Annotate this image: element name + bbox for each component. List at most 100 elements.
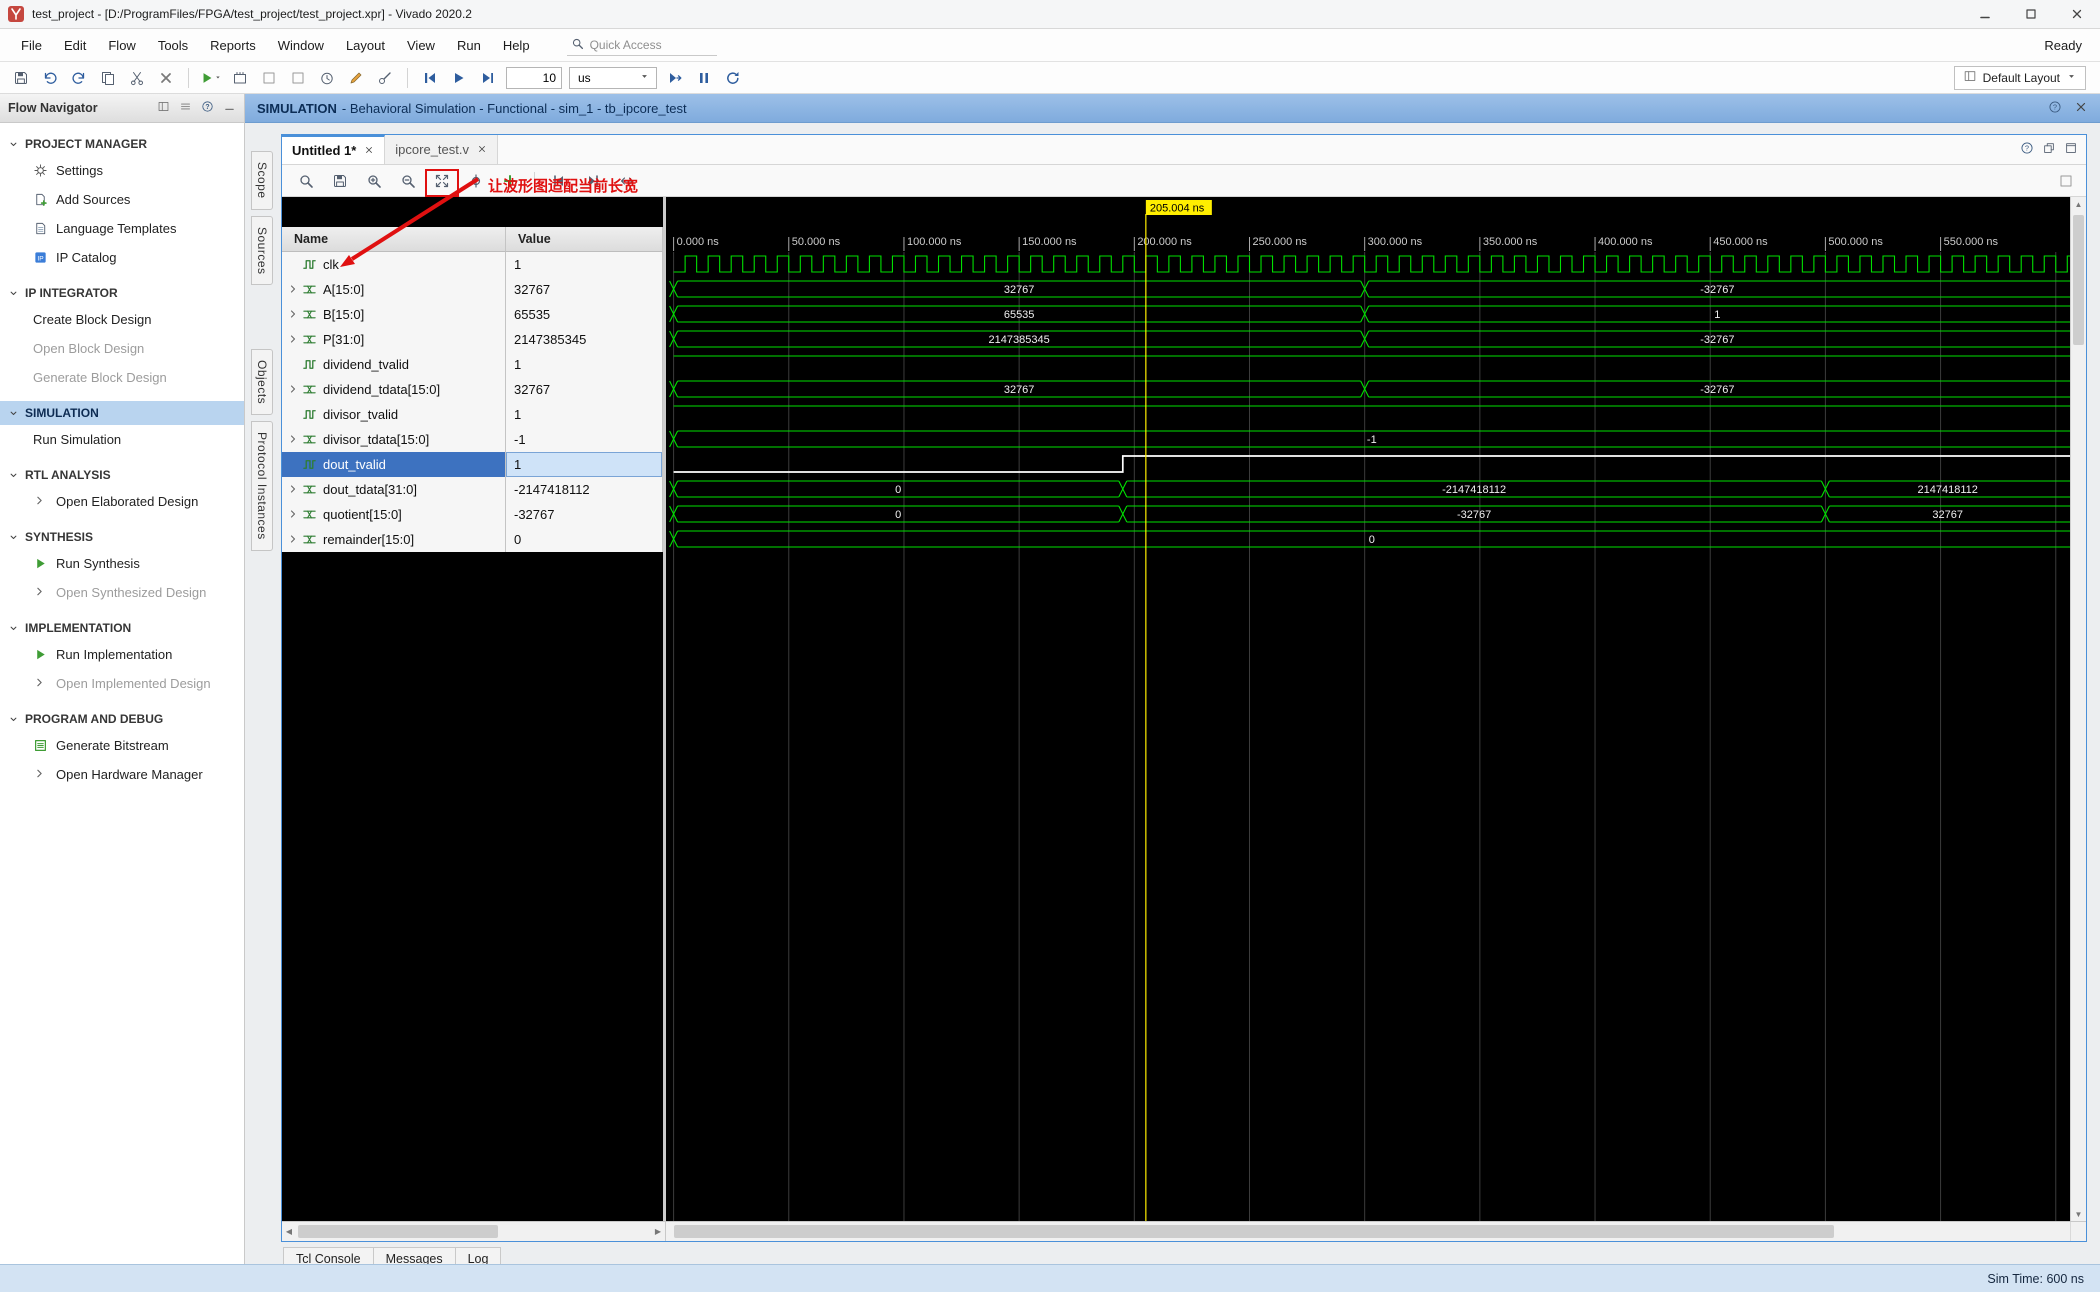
signal-name-dividend_tdata150[interactable]: dividend_tdata[15:0] (282, 377, 505, 402)
signal-value-divisor_tvalid[interactable]: 1 (506, 402, 662, 427)
zoom-cursor-button[interactable] (466, 171, 486, 191)
signal-value-P310[interactable]: 2147385345 (506, 327, 662, 352)
side-tab-objects[interactable]: Objects (251, 349, 273, 416)
signal-name-B150[interactable]: B[15:0] (282, 302, 505, 327)
scroll-down-icon[interactable]: ▼ (2071, 1207, 2086, 1221)
signal-name-quotient150[interactable]: quotient[15:0] (282, 502, 505, 527)
vertical-scroll-thumb[interactable] (2073, 215, 2084, 345)
redo-button[interactable] (68, 67, 90, 89)
delete-button[interactable] (155, 67, 177, 89)
expand-chevron-icon[interactable] (287, 308, 301, 322)
reports-button[interactable] (287, 67, 309, 89)
signal-name-divisor_tvalid[interactable]: divisor_tvalid (282, 402, 505, 427)
name-horizontal-scrollbar[interactable]: ◀ ▶ (282, 1222, 666, 1241)
signal-value-clk[interactable]: 1 (506, 252, 662, 277)
signal-value-dout_tvalid[interactable]: 1 (506, 452, 662, 477)
context-help-icon[interactable]: ? (2048, 100, 2062, 117)
editor-tab-untitled-1-[interactable]: Untitled 1* (282, 135, 386, 164)
cut-button[interactable] (126, 67, 148, 89)
quick-access[interactable]: Quick Access (566, 35, 717, 56)
menu-edit[interactable]: Edit (53, 33, 97, 58)
expand-chevron-icon[interactable] (287, 508, 301, 522)
flownav-section-rtl-analysis[interactable]: RTL ANALYSIS (0, 463, 244, 487)
scroll-up-icon[interactable]: ▲ (2071, 197, 2086, 211)
help-icon[interactable]: ? (201, 100, 214, 116)
minimize-panel-icon[interactable] (223, 100, 236, 116)
flownav-item-settings[interactable]: Settings (0, 156, 244, 185)
restart-button[interactable] (419, 67, 441, 89)
run-flow-button[interactable] (200, 67, 222, 89)
name-scroll-thumb[interactable] (298, 1225, 498, 1238)
run-for-button[interactable] (477, 67, 499, 89)
signal-name-remainder150[interactable]: remainder[15:0] (282, 527, 505, 552)
scroll-right-icon[interactable]: ▶ (651, 1222, 665, 1241)
menu-tools[interactable]: Tools (147, 33, 199, 58)
time-unit-select[interactable]: us (569, 66, 657, 89)
expand-chevron-icon[interactable] (287, 283, 301, 297)
flownav-item-language-templates[interactable]: Language Templates (0, 214, 244, 243)
expand-chevron-icon[interactable] (287, 483, 301, 497)
menu-window[interactable]: Window (267, 33, 335, 58)
run-time-input[interactable] (506, 66, 562, 89)
signal-value-dout_tdata310[interactable]: -2147418112 (506, 477, 662, 502)
relaunch-button[interactable] (722, 67, 744, 89)
signal-name-P310[interactable]: P[31:0] (282, 327, 505, 352)
minimize-button[interactable] (1962, 0, 2008, 28)
side-tab-sources[interactable]: Sources (251, 215, 273, 286)
swap-cursor-button[interactable] (617, 171, 637, 191)
expand-chevron-icon[interactable] (287, 333, 301, 347)
signal-value-dividend_tvalid[interactable]: 1 (506, 352, 662, 377)
signal-name-dout_tdata310[interactable]: dout_tdata[31:0] (282, 477, 505, 502)
name-column-header[interactable]: Name (282, 227, 506, 252)
signal-value-quotient150[interactable]: -32767 (506, 502, 662, 527)
flownav-item-run-synthesis[interactable]: Run Synthesis (0, 549, 244, 578)
layout-selector[interactable]: Default Layout (1953, 65, 2086, 90)
edit-button[interactable] (345, 67, 367, 89)
flownav-section-simulation[interactable]: SIMULATION (0, 401, 244, 425)
menu-view[interactable]: View (396, 33, 446, 58)
flownav-item-generate-bitstream[interactable]: Generate Bitstream (0, 731, 244, 760)
flownav-section-ip-integrator[interactable]: IP INTEGRATOR (0, 281, 244, 305)
debug-button[interactable] (374, 67, 396, 89)
vertical-scrollbar[interactable]: ▲ ▼ (2070, 197, 2086, 1221)
flownav-item-create-block-design[interactable]: Create Block Design (0, 305, 244, 334)
signal-value-dividend_tdata150[interactable]: 32767 (506, 377, 662, 402)
maximize-button[interactable] (2008, 0, 2054, 28)
menu-run[interactable]: Run (446, 33, 492, 58)
find-button[interactable] (296, 171, 316, 191)
zoom-fit-button[interactable] (432, 171, 452, 191)
expand-chevron-icon[interactable] (287, 533, 301, 547)
signal-value-B150[interactable]: 65535 (506, 302, 662, 327)
flownav-item-open-hardware-manager[interactable]: Open Hardware Manager (0, 760, 244, 789)
dashboard-button[interactable] (229, 67, 251, 89)
tab-close-icon[interactable] (477, 142, 487, 157)
flownav-section-synthesis[interactable]: SYNTHESIS (0, 525, 244, 549)
signal-value-A150[interactable]: 32767 (506, 277, 662, 302)
panel-float-button[interactable] (2042, 141, 2056, 158)
flownav-item-run-implementation[interactable]: Run Implementation (0, 640, 244, 669)
zoom-in-button[interactable] (364, 171, 384, 191)
settings-button[interactable] (258, 67, 280, 89)
close-button[interactable] (2054, 0, 2100, 28)
flownav-item-open-elaborated-design[interactable]: Open Elaborated Design (0, 487, 244, 516)
save-button[interactable] (10, 67, 32, 89)
goto-end-button[interactable] (583, 171, 603, 191)
copy-button[interactable] (97, 67, 119, 89)
canvas-scroll-thumb[interactable] (674, 1225, 1834, 1238)
tab-close-icon[interactable] (364, 143, 374, 158)
value-column-header[interactable]: Value (506, 227, 663, 252)
signal-name-clk[interactable]: clk (282, 252, 505, 277)
menu-layout[interactable]: Layout (335, 33, 396, 58)
canvas-horizontal-scrollbar[interactable] (666, 1222, 2070, 1241)
signal-value-divisor_tdata150[interactable]: -1 (506, 427, 662, 452)
zoom-out-button[interactable] (398, 171, 418, 191)
collapse-all-icon[interactable] (179, 100, 192, 116)
break-button[interactable] (693, 67, 715, 89)
signal-value-remainder150[interactable]: 0 (506, 527, 662, 552)
signal-name-dout_tvalid[interactable]: dout_tvalid (282, 452, 505, 477)
menu-help[interactable]: Help (492, 33, 541, 58)
side-tab-scope[interactable]: Scope (251, 151, 273, 210)
editor-tab-ipcore-test-v[interactable]: ipcore_test.v (385, 135, 498, 164)
waveform-canvas[interactable]: 0.000 ns 50.000 ns 100.000 ns 150.000 ns 200… (666, 197, 2070, 1221)
flownav-section-program-and-debug[interactable]: PROGRAM AND DEBUG (0, 707, 244, 731)
